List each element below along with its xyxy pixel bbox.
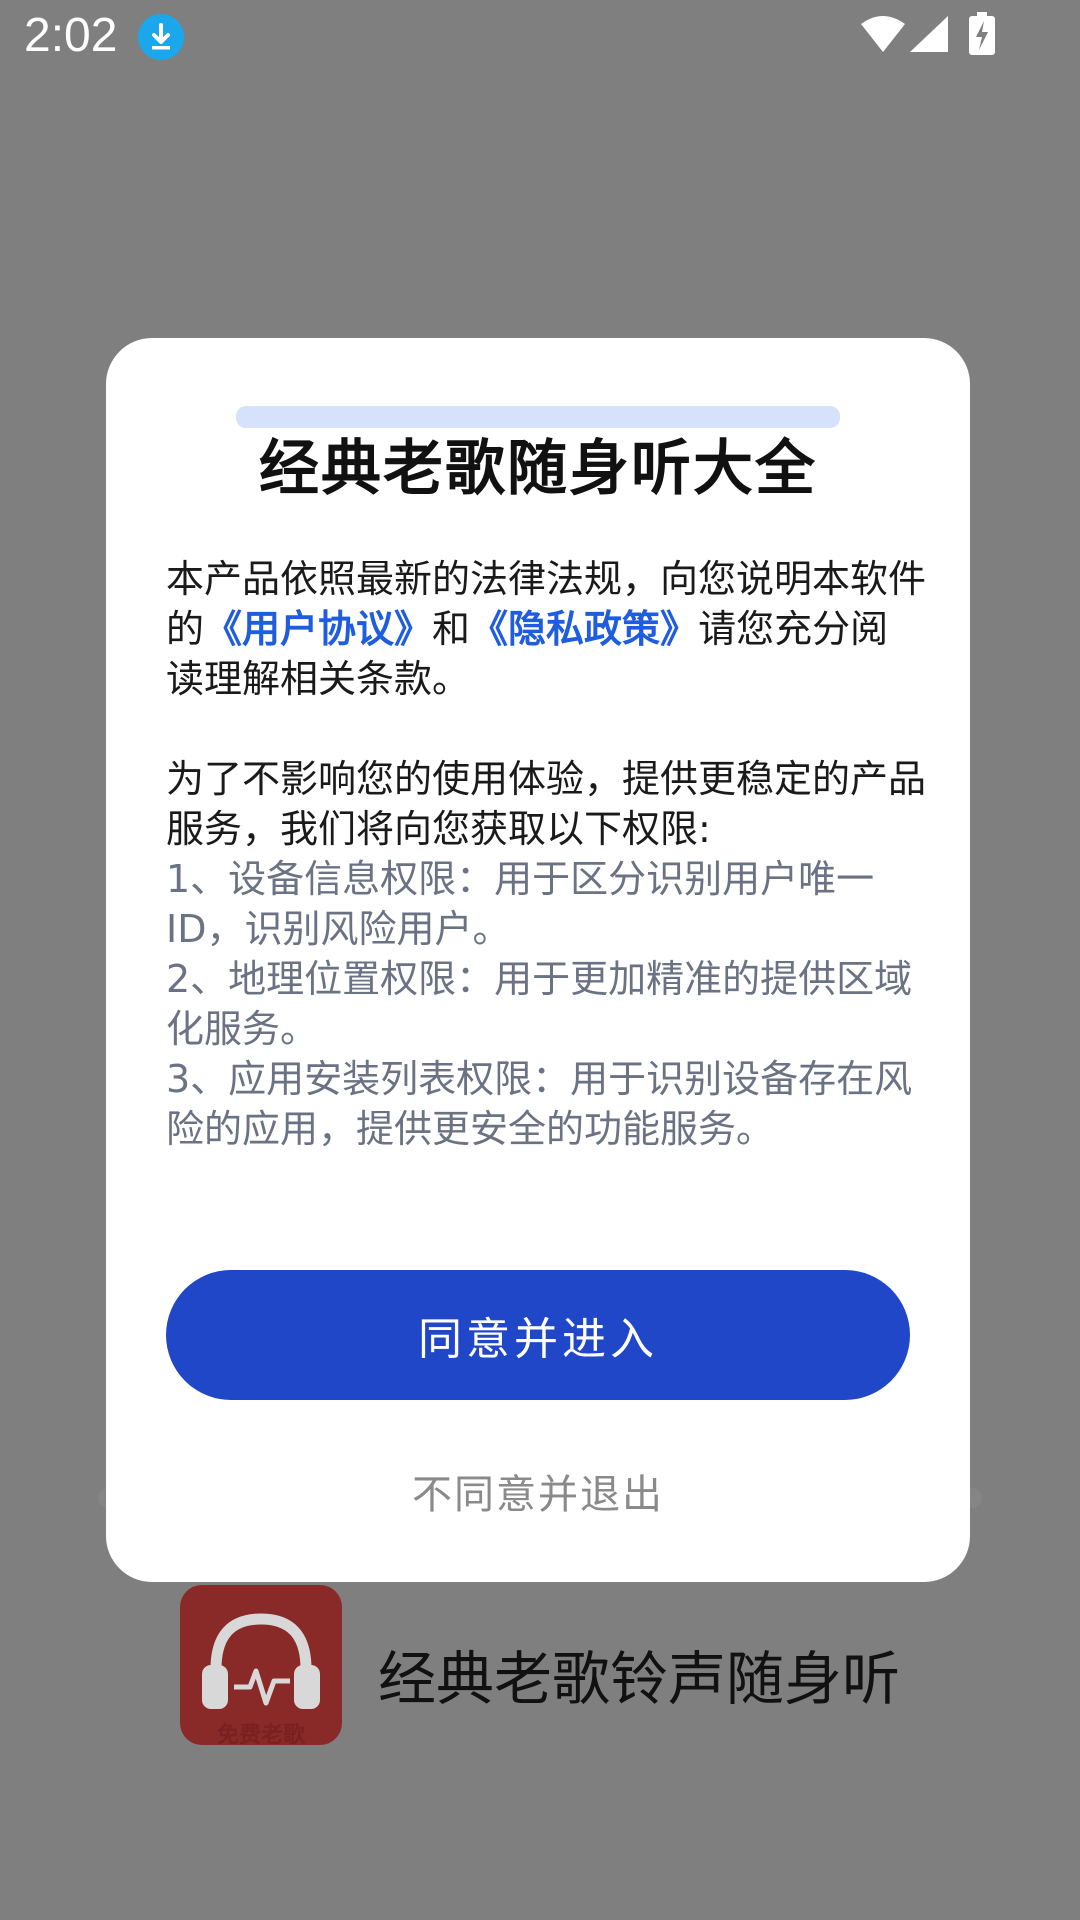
status-time: 2:02 bbox=[24, 9, 118, 62]
app-logo-text: 免费老歌 bbox=[216, 1723, 305, 1748]
permission-item-location: 2、地理位置权限：用于更加精准的提供区域化服务。 bbox=[166, 957, 913, 1051]
signal-icon bbox=[908, 14, 950, 58]
download-icon bbox=[138, 14, 184, 60]
status-bar: 2:02 bbox=[0, 0, 1080, 75]
privacy-dialog: 经典老歌随身听大全 本产品依照最新的法律法规，向您说明本软件的《用户协议》和《隐… bbox=[106, 338, 970, 1582]
permission-item-device-info: 1、设备信息权限：用于区分识别用户唯一ID，识别风险用户。 bbox=[166, 857, 875, 951]
intro-conjunction: 和 bbox=[432, 607, 471, 651]
disagree-and-exit-button[interactable]: 不同意并退出 bbox=[106, 1462, 970, 1520]
privacy-policy-link[interactable]: 《隐私政策》 bbox=[470, 607, 698, 651]
app-logo: 免费老歌 bbox=[180, 1585, 342, 1748]
permission-item-app-list: 3、应用安装列表权限：用于识别设备存在风险的应用，提供更安全的功能服务。 bbox=[166, 1057, 913, 1151]
app-name: 经典老歌铃声随身听 bbox=[378, 1645, 901, 1713]
dialog-title: 经典老歌随身听大全 bbox=[259, 434, 817, 504]
dialog-body: 本产品依照最新的法律法规，向您说明本软件的《用户协议》和《隐私政策》请您充分阅读… bbox=[166, 554, 926, 1154]
agree-and-enter-button[interactable]: 同意并进入 bbox=[166, 1270, 910, 1400]
user-agreement-link[interactable]: 《用户协议》 bbox=[204, 607, 432, 651]
permission-intro: 为了不影响您的使用体验，提供更稳定的产品服务，我们将向您获取以下权限: bbox=[166, 757, 927, 851]
battery-charging-icon bbox=[968, 12, 996, 60]
wifi-icon bbox=[860, 14, 906, 58]
intro-paragraph: 本产品依照最新的法律法规，向您说明本软件的《用户协议》和《隐私政策》请您充分阅读… bbox=[166, 554, 926, 704]
